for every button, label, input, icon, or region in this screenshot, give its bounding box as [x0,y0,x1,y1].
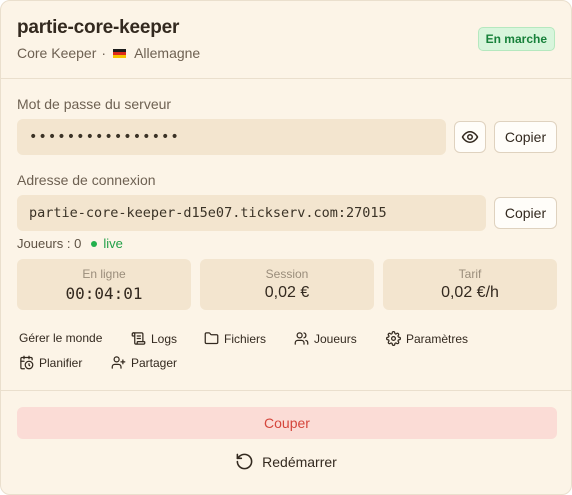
connection-label: Adresse de connexion [17,172,156,188]
connection-address-field[interactable]: partie-core-keeper-d15e07.tickserv.com:2… [17,195,486,231]
action-label: Paramètres [406,331,469,346]
copy-address-button[interactable]: Copier [494,197,557,229]
germany-flag-icon [113,48,127,58]
action-label: Fichiers [224,331,267,346]
stat-label: En ligne [82,267,126,281]
stat-value: 0,02 € [264,284,310,301]
divider [1,78,571,79]
players-action[interactable]: Joueurs [294,331,357,346]
password-field[interactable]: •••••••••••••••• [17,119,446,155]
eye-icon [461,131,479,143]
live-indicator: live [103,236,123,251]
logs-icon [131,332,146,345]
server-country: Allemagne [134,45,201,61]
logs-action[interactable]: Logs [131,331,177,346]
restart-server-button[interactable]: Redémarrer [1,452,571,471]
players-status: Joueurs : 0 live [17,236,123,251]
status-badge: En marche [477,27,555,51]
stop-server-button[interactable]: Couper [17,407,557,439]
show-password-button[interactable] [454,121,486,153]
files-action[interactable]: Fichiers [204,331,266,346]
stat-uptime: En ligne 00:04:01 [17,259,191,310]
user-plus-icon [111,356,126,369]
players-count: Joueurs : 0 [17,236,82,251]
live-dot-icon [91,240,98,247]
server-header: partie-core-keeper Core Keeper · Allemag… [17,17,555,65]
action-label: Planifier [39,355,83,370]
stat-session: Session 0,02 € [200,259,374,310]
server-name: partie-core-keeper [17,17,180,38]
stat-rate: Tarif 0,02 €/h [383,259,557,310]
users-icon [294,332,309,345]
schedule-action[interactable]: Planifier [19,355,82,370]
action-label: Gérer le monde [19,331,103,345]
restart-icon [236,453,253,470]
action-label: Logs [151,331,178,346]
server-subtitle: Core Keeper · Allemagne [17,45,555,61]
gear-icon [386,331,401,346]
action-label: Joueurs [314,331,357,346]
server-card: partie-core-keeper Core Keeper · Allemag… [0,0,572,495]
game-name: Core Keeper [17,45,97,61]
stat-label: Session [265,267,309,281]
password-label: Mot de passe du serveur [17,96,172,112]
calendar-clock-icon [20,355,34,370]
divider [1,390,571,391]
stat-value: 00:04:01 [65,284,143,303]
copy-password-button[interactable]: Copier [494,121,557,153]
stat-label: Tarif [458,267,482,281]
settings-action[interactable]: Paramètres [386,331,468,346]
restart-label: Redémarrer [262,453,337,470]
folder-icon [204,332,219,345]
stat-value: 0,02 €/h [441,284,499,301]
action-label: Partager [131,355,178,370]
share-action[interactable]: Partager [111,355,177,370]
separator: · [101,45,107,61]
manage-world-action[interactable]: Gérer le monde [19,331,102,345]
